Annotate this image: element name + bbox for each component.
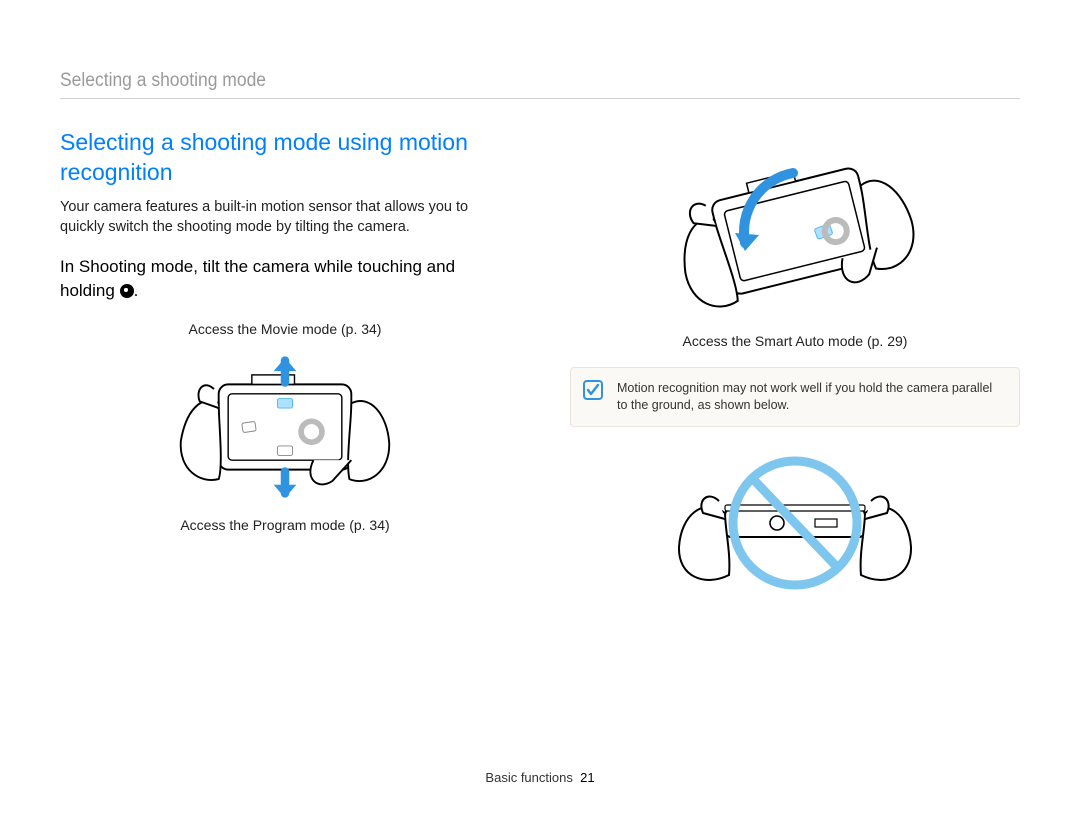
header-rule xyxy=(60,98,1020,99)
illustration-camera-flat xyxy=(665,437,925,607)
arrow-down-icon xyxy=(274,472,297,499)
illustration-camera-tilt-vert xyxy=(155,337,415,517)
left-column: Selecting a shooting mode using motion r… xyxy=(60,127,510,607)
caption-smartauto: Access the Smart Auto mode (p. 29) xyxy=(683,333,908,349)
instruction-pre: In Shooting mode, tilt the camera while … xyxy=(60,257,455,300)
footer-section: Basic functions xyxy=(485,770,572,785)
caption-movie: Access the Movie mode (p. 34) xyxy=(189,321,382,337)
note-icon xyxy=(583,380,603,400)
footer-page-number: 21 xyxy=(580,770,594,785)
content-columns: Selecting a shooting mode using motion r… xyxy=(60,127,1020,607)
intro-text: Your camera features a built-in motion s… xyxy=(60,197,510,237)
mode-button-icon xyxy=(120,284,134,298)
figure-parallel-wrong xyxy=(570,437,1020,607)
page-footer: Basic functions 21 xyxy=(0,770,1080,785)
instruction-text: In Shooting mode, tilt the camera while … xyxy=(60,255,510,303)
instruction-post: . xyxy=(134,281,139,300)
note-text: Motion recognition may not work well if … xyxy=(617,381,992,412)
note-box: Motion recognition may not work well if … xyxy=(570,367,1020,427)
caption-program: Access the Program mode (p. 34) xyxy=(180,517,389,533)
running-header: Selecting a shooting mode xyxy=(60,70,943,92)
section-title: Selecting a shooting mode using motion r… xyxy=(60,127,510,187)
figure-tilt-left: Access the Smart Auto mode (p. 29) xyxy=(570,133,1020,349)
figure-tilt-vertical: Access the Movie mode (p. 34) xyxy=(60,321,510,533)
illustration-camera-tilt-left xyxy=(665,133,925,333)
manual-page: Selecting a shooting mode Selecting a sh… xyxy=(0,0,1080,815)
right-column: Access the Smart Auto mode (p. 29) Motio… xyxy=(570,127,1020,607)
